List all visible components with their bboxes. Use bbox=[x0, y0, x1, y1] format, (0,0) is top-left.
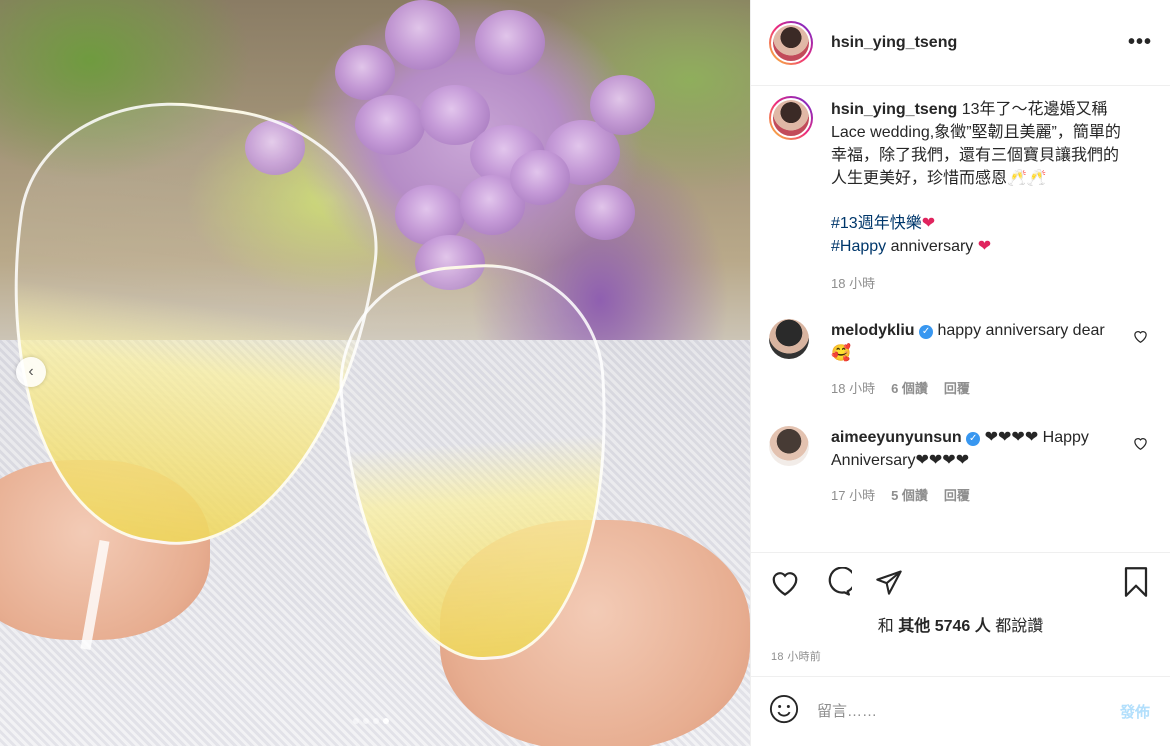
post-timestamp[interactable]: 18 小時前 bbox=[771, 648, 821, 664]
caption-avatar[interactable] bbox=[769, 96, 813, 140]
post-actions-bar bbox=[751, 552, 1170, 610]
caption-username[interactable]: hsin_ying_tseng bbox=[831, 101, 957, 118]
likes-others-count[interactable]: 其他 5746 人 bbox=[898, 618, 991, 635]
comment-item: aimeeyunyunsun ✓ ❤❤❤❤ Happy Anniversary❤… bbox=[769, 426, 1152, 507]
reply-button[interactable]: 回覆 bbox=[944, 377, 970, 400]
share-paper-plane-icon[interactable] bbox=[873, 566, 905, 598]
comment-item: melodykliu ✓ happy anniversary dear 🥰 18… bbox=[769, 319, 1152, 400]
author-avatar[interactable] bbox=[769, 20, 813, 65]
carousel-dot bbox=[363, 718, 369, 724]
carousel-dot bbox=[353, 718, 359, 724]
smiley-icon[interactable] bbox=[769, 694, 799, 729]
likes-summary[interactable]: 和 其他 5746 人 都說讚 bbox=[751, 612, 1170, 636]
comment-bubble-icon[interactable] bbox=[821, 566, 853, 598]
comment-time[interactable]: 17 小時 bbox=[831, 484, 875, 507]
rose bbox=[510, 150, 570, 205]
caption: hsin_ying_tseng 13年了～花邊婚又稱Lace wedding,象… bbox=[769, 96, 1152, 295]
bookmark-icon[interactable] bbox=[1120, 566, 1152, 598]
caption-tail-text: anniversary bbox=[886, 238, 978, 255]
hashtag-link[interactable]: #13週年快樂 bbox=[831, 215, 922, 232]
author-username[interactable]: hsin_ying_tseng bbox=[831, 34, 957, 52]
commenter-avatar[interactable] bbox=[769, 426, 809, 466]
post-side-panel: hsin_ying_tseng ••• hsin_ying_tseng 13年了… bbox=[750, 0, 1170, 746]
comments-list[interactable]: hsin_ying_tseng 13年了～花邊婚又稱Lace wedding,象… bbox=[751, 96, 1170, 541]
rose bbox=[335, 45, 395, 100]
comment-like-heart-icon[interactable] bbox=[1133, 436, 1148, 454]
post-modal: ‹ hsin_ying_tseng ••• hsin_ying_tseng 13… bbox=[0, 0, 1170, 746]
heart-emoji: ❤ bbox=[921, 215, 936, 232]
reply-button[interactable]: 回覆 bbox=[944, 484, 970, 507]
rose bbox=[575, 185, 635, 240]
comment-likes[interactable]: 5 個讚 bbox=[891, 484, 928, 507]
carousel-dot bbox=[383, 718, 389, 724]
carousel-prev-button[interactable]: ‹ bbox=[16, 357, 46, 387]
rose bbox=[355, 95, 425, 155]
likes-suffix: 都說讚 bbox=[990, 618, 1044, 635]
post-photo[interactable]: ‹ bbox=[0, 0, 750, 746]
rose bbox=[385, 0, 460, 70]
commenter-username[interactable]: melodykliu bbox=[831, 322, 915, 339]
commenter-avatar[interactable] bbox=[769, 319, 809, 359]
post-header: hsin_ying_tseng ••• bbox=[751, 0, 1170, 86]
like-heart-icon[interactable] bbox=[769, 566, 801, 598]
post-comment-button[interactable]: 發佈 bbox=[1120, 701, 1150, 722]
comment-like-heart-icon[interactable] bbox=[1133, 329, 1148, 347]
commenter-username[interactable]: aimeeyunyunsun bbox=[831, 429, 962, 446]
verified-badge-icon: ✓ bbox=[919, 325, 934, 339]
add-comment-bar: 發佈 bbox=[751, 676, 1170, 746]
caption-time[interactable]: 18 小時 bbox=[831, 272, 875, 295]
comment-time[interactable]: 18 小時 bbox=[831, 377, 875, 400]
comment-likes[interactable]: 6 個讚 bbox=[891, 377, 928, 400]
chevron-left-icon: ‹ bbox=[28, 363, 34, 380]
rose bbox=[590, 75, 655, 135]
heart-emoji: ❤ bbox=[977, 238, 992, 255]
likes-prefix: 和 bbox=[877, 618, 899, 635]
comment-input[interactable] bbox=[817, 703, 1120, 720]
rose bbox=[475, 10, 545, 75]
hashtag-link[interactable]: #Happy bbox=[831, 238, 886, 255]
carousel-dot bbox=[373, 718, 379, 724]
carousel-dots bbox=[353, 718, 389, 724]
verified-badge-icon: ✓ bbox=[966, 432, 981, 446]
more-options-icon[interactable]: ••• bbox=[1128, 31, 1152, 54]
